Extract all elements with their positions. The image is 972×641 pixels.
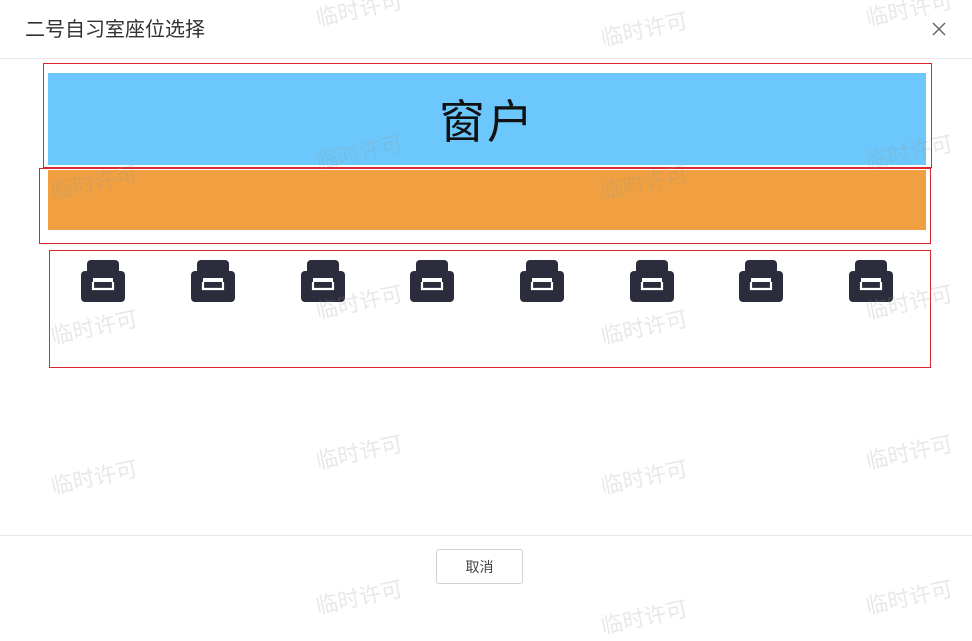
seat-5-armchair-icon[interactable] bbox=[519, 258, 565, 304]
dialog-title: 二号自习室座位选择 bbox=[25, 17, 205, 41]
watermark-text: 临时许可 bbox=[313, 432, 406, 475]
seat-4-armchair-icon[interactable] bbox=[409, 258, 455, 304]
seat-row-outline bbox=[49, 250, 931, 368]
seat-8-armchair-icon[interactable] bbox=[848, 258, 894, 304]
window-label: 窗户 bbox=[439, 95, 535, 149]
seat-7-armchair-icon[interactable] bbox=[738, 258, 784, 304]
seat-6-armchair-icon[interactable] bbox=[629, 258, 675, 304]
watermark-text: 临时许可 bbox=[598, 597, 691, 640]
dialog-header: 二号自习室座位选择 bbox=[0, 0, 972, 59]
watermark-text: 临时许可 bbox=[863, 432, 956, 475]
seat-3-armchair-icon[interactable] bbox=[300, 258, 346, 304]
close-icon[interactable] bbox=[929, 19, 949, 39]
seat-2-armchair-icon[interactable] bbox=[190, 258, 236, 304]
window-area: 窗户 bbox=[48, 73, 926, 165]
watermark-text: 临时许可 bbox=[598, 457, 691, 500]
seat-1-armchair-icon[interactable] bbox=[80, 258, 126, 304]
cancel-button[interactable]: 取消 bbox=[436, 549, 523, 584]
watermark-text: 临时许可 bbox=[48, 457, 141, 500]
aisle-area bbox=[48, 170, 926, 230]
